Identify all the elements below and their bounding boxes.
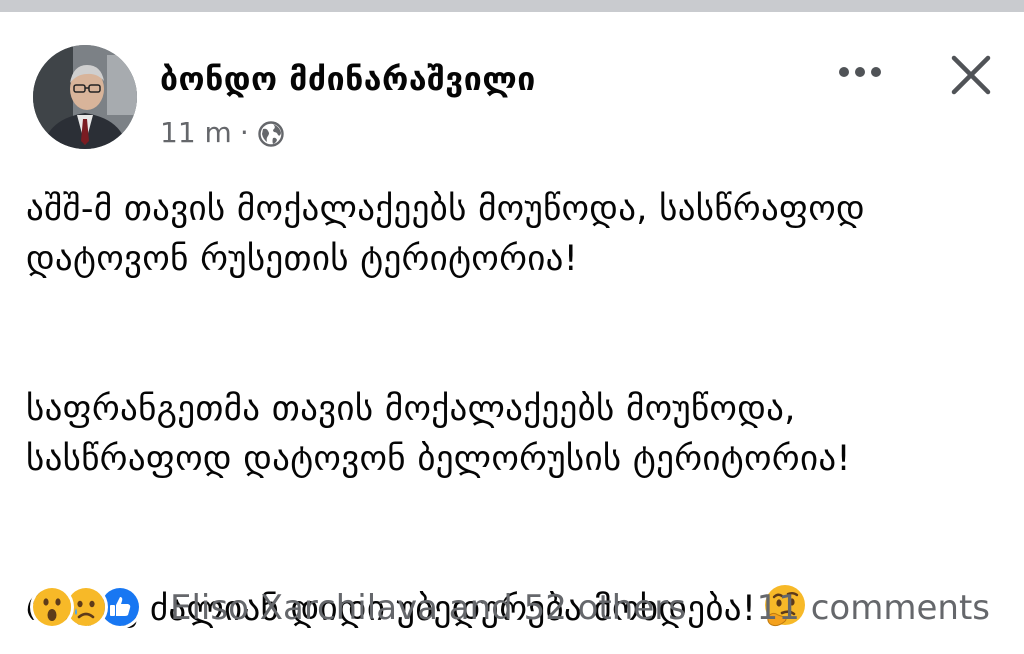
- meta-separator: ·: [239, 116, 249, 149]
- more-options-button[interactable]: [830, 52, 890, 92]
- post-meta: 11 m ·: [160, 116, 285, 149]
- reactors-summary[interactable]: Eliso Xarchilava and 52 others: [170, 588, 686, 628]
- post-line: აშშ-მ თავის მოქალაქეებს მოუწოდა, სასწრაფ…: [26, 189, 865, 229]
- close-button[interactable]: [944, 48, 998, 102]
- post-line: სასწრაფოდ დატოვონ ბელორუსის ტერიტორია!: [26, 439, 851, 479]
- author-name[interactable]: ბონდო მძინარაშვილი: [160, 60, 536, 98]
- reaction-icons[interactable]: [30, 585, 142, 629]
- avatar[interactable]: [33, 45, 137, 149]
- post-body: აშშ-მ თავის მოქალაქეებს მოუწოდა, სასწრაფ…: [26, 184, 1006, 634]
- post-time[interactable]: 11 m: [160, 116, 232, 149]
- post-line: საფრანგეთმა თავის მოქალაქეებს მოუწოდა,: [26, 389, 796, 429]
- more-horizontal-icon: [839, 67, 881, 77]
- top-bar: [0, 0, 1024, 12]
- globe-icon[interactable]: [257, 120, 285, 148]
- comments-count[interactable]: 11 comments: [757, 588, 990, 628]
- wow-reaction-icon: [30, 585, 74, 629]
- close-icon: [951, 55, 991, 95]
- post-line: დატოვონ რუსეთის ტერიტორია!: [26, 239, 579, 279]
